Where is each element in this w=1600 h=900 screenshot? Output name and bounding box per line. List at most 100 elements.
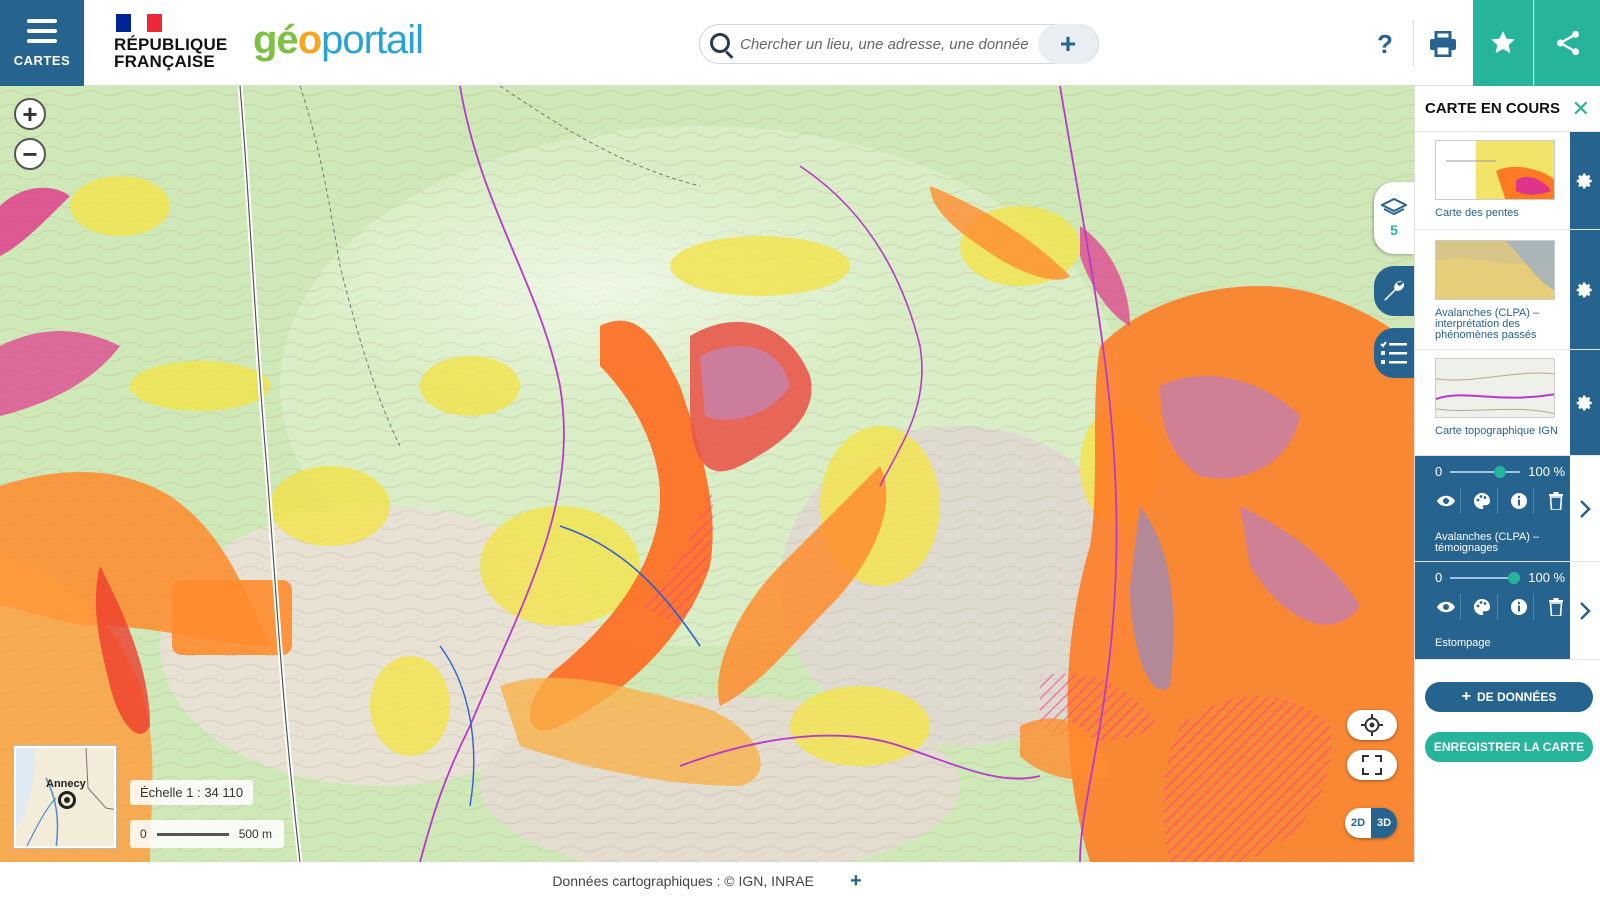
view-mode-toggle[interactable]: 2D 3D	[1345, 808, 1397, 838]
delete-button[interactable]	[1541, 488, 1571, 514]
opacity-slider-knob[interactable]	[1493, 465, 1506, 478]
layer-name: Carte des pentes	[1435, 207, 1519, 219]
layer-item-slopes[interactable]: Carte des pentes	[1415, 132, 1600, 230]
opacity-slider[interactable]	[1450, 465, 1521, 478]
chevron-right-icon[interactable]	[1570, 456, 1600, 561]
layer-name: Estompage	[1435, 637, 1491, 649]
scale-bar-distance: 500 m	[238, 827, 273, 841]
map-rendering	[0, 86, 1414, 862]
layers-icon	[1381, 198, 1407, 216]
layer-name: Avalanches (CLPA) – témoignages	[1435, 531, 1540, 554]
legend-tab[interactable]	[1374, 328, 1414, 378]
marianne-flag-icon	[116, 14, 162, 32]
star-icon	[1491, 31, 1515, 54]
top-header: CARTES RÉPUBLIQUE FRANÇAISE géoportail +…	[0, 0, 1600, 86]
print-button[interactable]	[1423, 24, 1463, 64]
logo-part-1: gé	[253, 18, 299, 62]
add-data-label: DE DONNÉES	[1476, 690, 1557, 704]
chevron-right-icon[interactable]	[1570, 562, 1600, 659]
tools-tab[interactable]	[1374, 266, 1414, 316]
hamburger-icon	[27, 18, 57, 43]
maps-menu-label: CARTES	[13, 52, 71, 68]
layer-thumbnail	[1435, 140, 1555, 200]
info-button[interactable]	[1504, 594, 1535, 620]
close-icon[interactable]: ✕	[1572, 96, 1590, 122]
visibility-toggle[interactable]	[1431, 488, 1461, 514]
opacity-slider-row: 0 100 %	[1435, 570, 1569, 585]
mode-2d-button[interactable]: 2D	[1345, 808, 1371, 838]
save-map-button[interactable]: ENREGISTRER LA CARTE	[1425, 732, 1593, 762]
gear-icon	[1576, 173, 1592, 188]
layers-count-badge: 5	[1390, 222, 1398, 238]
panel-footer	[1414, 862, 1600, 900]
scale-bar-zero: 0	[140, 827, 147, 841]
list-icon	[1380, 341, 1407, 364]
zoom-out-button[interactable]: −	[14, 138, 46, 170]
plus-icon: +	[1461, 688, 1471, 705]
current-map-panel: CARTE EN COURS ✕ Carte des pentes Avalan…	[1414, 86, 1600, 862]
panel-header: CARTE EN COURS ✕	[1415, 86, 1600, 132]
visibility-toggle[interactable]	[1431, 594, 1461, 620]
avalanche-interpretation-thumbnail	[1436, 241, 1554, 299]
layer-item-avalanche-testimonies[interactable]: 0 100 % Avalanches (CLPA) – témoignages	[1415, 456, 1600, 562]
geolocate-button[interactable]	[1347, 710, 1397, 740]
layer-item-topographic[interactable]: Carte topographique IGN	[1415, 350, 1600, 456]
logo-part-2: o	[297, 18, 322, 62]
layer-settings-button[interactable]	[1570, 350, 1600, 455]
scale-bar: 0 500 m	[130, 820, 284, 848]
layer-actions	[1431, 594, 1571, 620]
delete-button[interactable]	[1541, 594, 1571, 620]
layer-name: Carte topographique IGN	[1435, 425, 1558, 437]
search-advanced-button[interactable]: +	[1038, 24, 1098, 64]
layer-item-avalanche-interpretation[interactable]: Avalanches (CLPA) – interprétation des p…	[1415, 230, 1600, 350]
add-data-button[interactable]: + DE DONNÉES	[1425, 682, 1593, 712]
eye-icon	[1436, 601, 1455, 613]
trash-icon	[1548, 492, 1563, 510]
logo-part-3: portail	[321, 18, 424, 62]
map-credits: Données cartographiques : © IGN, INRAE	[552, 873, 814, 889]
rf-line-1: RÉPUBLIQUE	[114, 35, 228, 54]
zoom-in-button[interactable]: +	[14, 98, 46, 130]
layer-item-hillshade[interactable]: 0 100 % Estompage	[1415, 562, 1600, 660]
scale-ratio: Échelle 1 : 34 110	[130, 780, 254, 805]
opacity-slider-knob[interactable]	[1508, 571, 1521, 584]
opacity-slider-row: 0 100 %	[1435, 464, 1569, 479]
geoportail-logo[interactable]: géoportail	[253, 16, 424, 64]
header-divider	[1413, 20, 1414, 66]
opacity-min: 0	[1435, 570, 1443, 585]
layer-settings-button[interactable]	[1570, 132, 1600, 229]
scale-bar-line	[156, 832, 229, 836]
topographic-thumbnail	[1436, 359, 1554, 417]
search-bar: +	[699, 24, 1099, 64]
opacity-slider[interactable]	[1450, 571, 1521, 584]
map-credits-bar: Données cartographiques : © IGN, INRAE +	[0, 862, 1414, 900]
trash-icon	[1548, 598, 1563, 616]
eye-icon	[1436, 495, 1455, 507]
favorites-button[interactable]	[1473, 0, 1533, 86]
slope-map-thumbnail	[1436, 141, 1554, 199]
opacity-min: 0	[1435, 464, 1443, 479]
gear-icon	[1576, 282, 1592, 297]
opacity-value: 100 %	[1528, 464, 1566, 479]
overview-map[interactable]: Annecy	[14, 746, 116, 848]
info-button[interactable]	[1504, 488, 1535, 514]
credits-expand-button[interactable]: +	[850, 870, 862, 893]
overview-map-label: Annecy	[46, 778, 86, 790]
layers-tab[interactable]: 5	[1374, 182, 1414, 254]
share-button[interactable]	[1534, 0, 1600, 86]
crosshair-icon	[1361, 714, 1383, 736]
style-button[interactable]	[1468, 594, 1498, 620]
panel-title: CARTE EN COURS	[1425, 100, 1561, 117]
style-button[interactable]	[1468, 488, 1498, 514]
layer-actions	[1431, 488, 1571, 514]
maps-menu-button[interactable]: CARTES	[0, 0, 84, 86]
search-icon[interactable]	[700, 24, 740, 64]
printer-icon	[1430, 31, 1456, 57]
fullscreen-button[interactable]	[1347, 750, 1397, 780]
wrench-icon	[1384, 280, 1405, 301]
layer-settings-button[interactable]	[1570, 230, 1600, 349]
map-canvas[interactable]: + − Annecy Échelle 1 : 34 110 0 500 m 2D…	[0, 86, 1414, 862]
search-input[interactable]	[740, 35, 1030, 53]
help-button[interactable]: ?	[1365, 24, 1405, 64]
republique-francaise-logo[interactable]: RÉPUBLIQUE FRANÇAISE	[114, 36, 227, 70]
